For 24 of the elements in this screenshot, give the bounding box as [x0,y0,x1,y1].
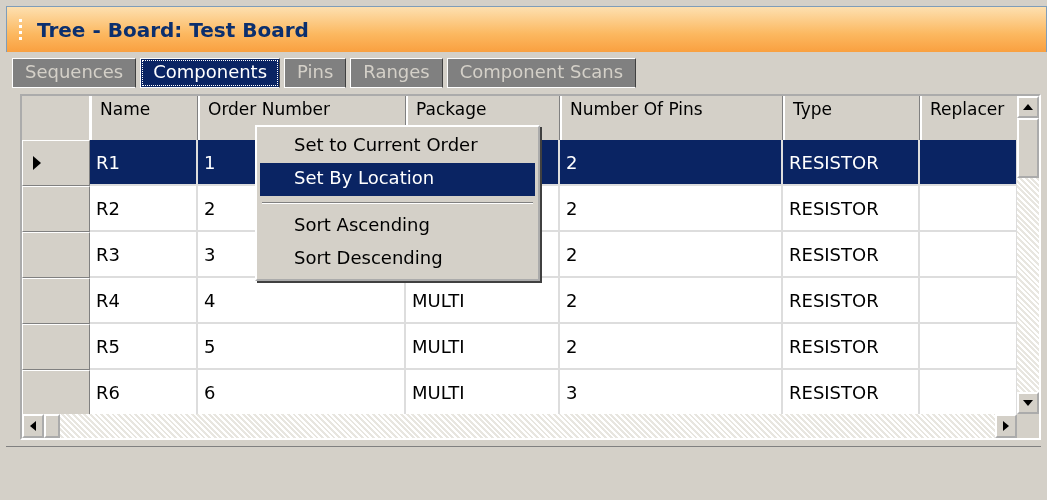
table-cell: 2 [560,186,783,232]
table-cell: RESISTOR [783,140,920,186]
table-cell: R2 [90,186,198,232]
table-cell: R4 [90,278,198,324]
table-cell: 2 [560,232,783,278]
table-cell: MULTI [406,324,560,370]
table-cell: 6 [198,370,406,414]
table-cell: 2 [560,324,783,370]
table-cell: 2 [560,278,783,324]
table-cell: R5 [90,324,198,370]
table-cell: 5 [198,324,406,370]
table-cell: 4 [198,278,406,324]
table-cell: RESISTOR [783,232,920,278]
table-cell: R6 [90,370,198,414]
table-cell: RESISTOR [783,324,920,370]
table-cell: MULTI [406,370,560,414]
window-title: Tree - Board: Test Board [37,17,309,42]
table-cell: 3 [560,370,783,414]
table-cell: RESISTOR [783,370,920,414]
table-cell: R1 [90,140,198,186]
table-cell: 2 [560,140,783,186]
table-cell: RESISTOR [783,278,920,324]
table-cell: R3 [90,232,198,278]
table-cell: RESISTOR [783,186,920,232]
